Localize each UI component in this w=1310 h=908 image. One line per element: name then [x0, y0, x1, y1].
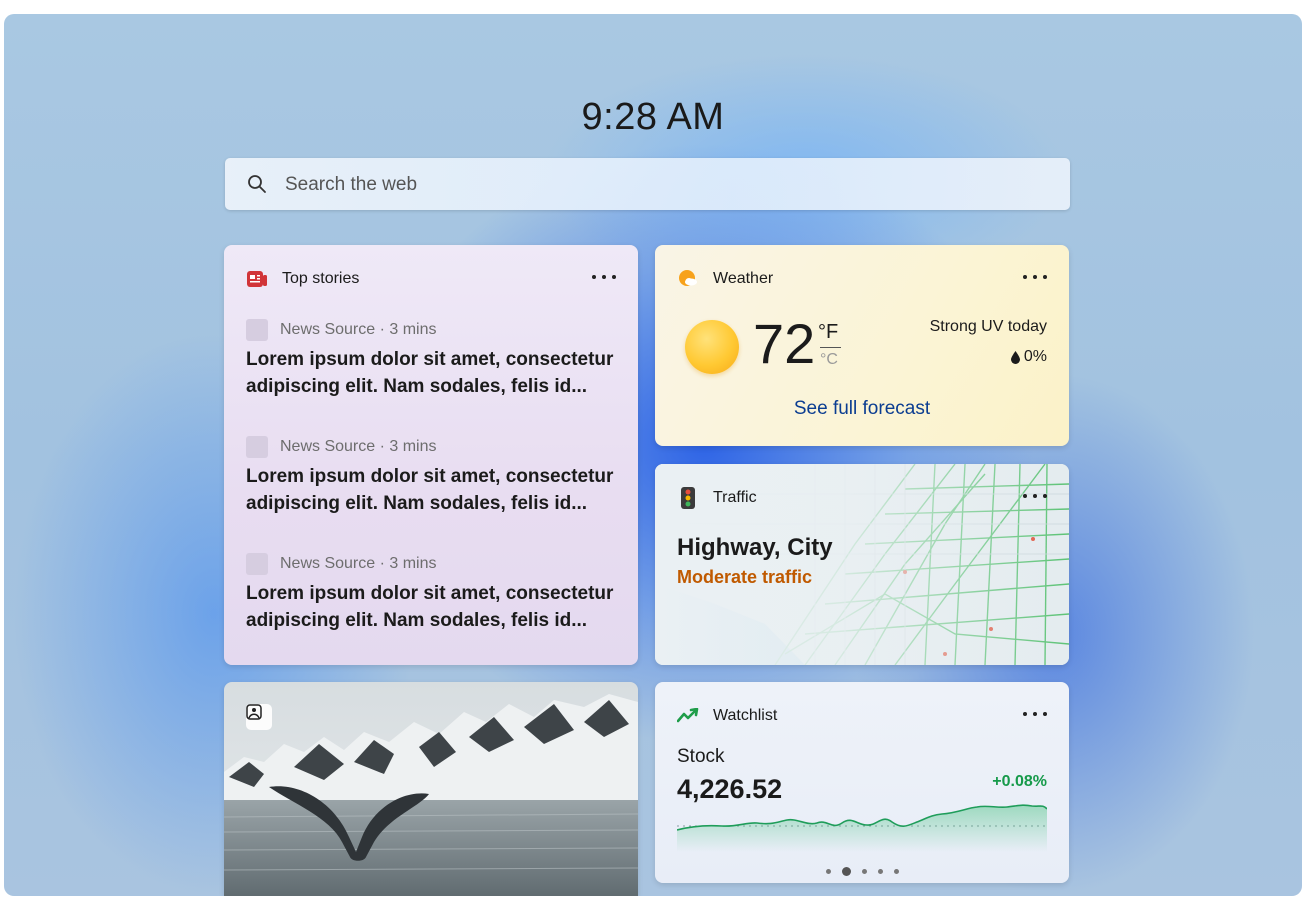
- news-icon: [246, 268, 268, 290]
- clock: 9:28 AM: [581, 96, 725, 138]
- more-options-button[interactable]: [1023, 492, 1047, 500]
- story-source: News Source · 3 mins: [280, 321, 437, 338]
- source-logo: [246, 319, 268, 341]
- headline-line: adipiscing elit. Nam sodales, felis id..…: [246, 376, 588, 397]
- whale-tail-photo: [224, 682, 638, 896]
- story-headline[interactable]: Lorem ipsum dolor sit amet, consectetur …: [246, 463, 626, 517]
- dot: [1043, 712, 1047, 716]
- card-title: Weather: [713, 270, 774, 287]
- watchlist-card[interactable]: Watchlist Stock 4,226.52 +0.08%: [655, 682, 1069, 883]
- card-header: Traffic: [677, 486, 757, 510]
- story-item[interactable]: News Source · 3 mins Lorem ipsum dolor s…: [246, 436, 626, 517]
- card-header: Top stories: [246, 267, 359, 291]
- precip-value: 0%: [1023, 348, 1047, 365]
- card-header: Watchlist: [677, 704, 777, 728]
- uv-text: Strong UV today: [929, 318, 1047, 335]
- sunny-icon: [685, 320, 739, 374]
- traffic-status: Moderate traffic: [677, 567, 813, 587]
- unit-divider: [820, 347, 841, 348]
- story-headline[interactable]: Lorem ipsum dolor sit amet, consectetur …: [246, 346, 626, 400]
- dot: [1023, 712, 1027, 716]
- see-full-forecast-link[interactable]: See full forecast: [655, 398, 1069, 420]
- story-source: News Source · 3 mins: [280, 555, 437, 572]
- photo-card[interactable]: [224, 682, 638, 896]
- unit-fahrenheit[interactable]: °F: [818, 321, 838, 344]
- story-source: News Source · 3 mins: [280, 438, 437, 455]
- pager-dot[interactable]: [877, 869, 883, 874]
- headline-line: Lorem ipsum dolor sit amet, consectetur: [246, 583, 614, 604]
- dot: [592, 275, 596, 279]
- dot: [1033, 712, 1037, 716]
- dot: [1043, 275, 1047, 279]
- stock-trend-icon: [677, 705, 699, 727]
- headline-line: Lorem ipsum dolor sit amet, consectetur: [246, 349, 614, 370]
- traffic-light-icon: [677, 487, 699, 509]
- headline-line: Lorem ipsum dolor sit amet, consectetur: [246, 466, 614, 487]
- story-item[interactable]: News Source · 3 mins Lorem ipsum dolor s…: [246, 553, 626, 634]
- traffic-location: Highway, City: [677, 534, 833, 561]
- widgets-panel: 9:28 AM Top stories News Source · 3 mins…: [4, 14, 1302, 896]
- top-stories-card: Top stories News Source · 3 mins Lorem i…: [224, 245, 638, 665]
- dot: [602, 275, 606, 279]
- card-title: Watchlist: [713, 707, 778, 724]
- dot: [1023, 494, 1027, 498]
- stock-change: +0.08%: [992, 773, 1047, 790]
- temperature: 72: [753, 312, 816, 375]
- card-title: Top stories: [282, 270, 360, 287]
- more-options-button[interactable]: [1023, 273, 1047, 281]
- precipitation: 0%: [1010, 348, 1047, 366]
- partly-cloudy-icon: [677, 268, 699, 290]
- story-headline[interactable]: Lorem ipsum dolor sit amet, consectetur …: [246, 580, 626, 634]
- pager-dot[interactable]: [825, 869, 831, 874]
- pager-dot[interactable]: [861, 869, 867, 874]
- headline-line: adipiscing elit. Nam sodales, felis id..…: [246, 610, 588, 631]
- search-icon: [247, 174, 267, 199]
- source-logo: [246, 436, 268, 458]
- unit-celsius[interactable]: °C: [820, 351, 838, 369]
- search-input[interactable]: [283, 158, 1047, 212]
- dot: [1033, 494, 1037, 498]
- watchlist-pager: [655, 867, 1069, 876]
- search-bar[interactable]: [225, 158, 1070, 212]
- photo-icon: [246, 704, 272, 730]
- story-item[interactable]: News Source · 3 mins Lorem ipsum dolor s…: [246, 319, 626, 400]
- raindrop-icon: [1010, 350, 1020, 364]
- pager-dot[interactable]: [893, 869, 899, 874]
- dot: [1033, 275, 1037, 279]
- dot: [612, 275, 616, 279]
- dot: [1023, 275, 1027, 279]
- card-header: Weather: [677, 267, 773, 291]
- traffic-card[interactable]: Traffic Highway, City Moderate traffic: [655, 464, 1069, 665]
- source-logo: [246, 553, 268, 575]
- card-title: Traffic: [713, 489, 757, 506]
- headline-line: adipiscing elit. Nam sodales, felis id..…: [246, 493, 588, 514]
- more-options-button[interactable]: [1023, 710, 1047, 718]
- stock-label: Stock: [677, 746, 725, 767]
- sparkline-chart: [677, 804, 1047, 852]
- more-options-button[interactable]: [592, 273, 616, 281]
- weather-card[interactable]: Weather 72 °F °C Strong UV today 0% See …: [655, 245, 1069, 446]
- dot: [1043, 494, 1047, 498]
- pager-dot-active[interactable]: [841, 867, 851, 876]
